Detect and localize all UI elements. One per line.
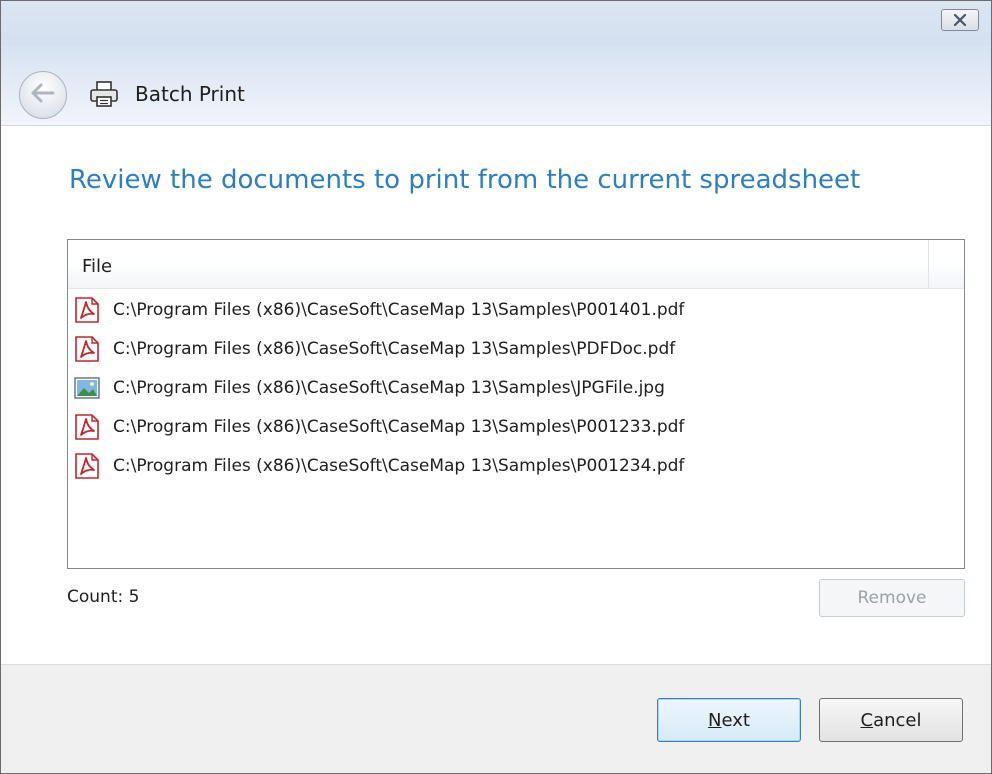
close-button[interactable] (941, 9, 979, 31)
cancel-accelerator: C (860, 709, 874, 731)
pdf-icon (73, 413, 101, 441)
window-title: Batch Print (135, 82, 245, 106)
printer-icon (89, 79, 119, 109)
next-accelerator: N (708, 709, 722, 731)
list-item[interactable]: C:\Program Files (x86)\CaseSoft\CaseMap … (68, 329, 964, 368)
close-icon (953, 11, 967, 30)
pdf-icon (73, 335, 101, 363)
list-item[interactable]: C:\Program Files (x86)\CaseSoft\CaseMap … (68, 446, 964, 485)
column-divider[interactable] (928, 240, 929, 288)
page-heading: Review the documents to print from the c… (69, 165, 861, 195)
remove-button[interactable]: Remove (819, 579, 965, 617)
list-item[interactable]: C:\Program Files (x86)\CaseSoft\CaseMap … (68, 368, 964, 407)
file-path: C:\Program Files (x86)\CaseSoft\CaseMap … (113, 338, 676, 359)
file-path: C:\Program Files (x86)\CaseSoft\CaseMap … (113, 377, 665, 398)
pdf-icon (73, 452, 101, 480)
next-button[interactable]: Next (657, 698, 801, 742)
count-label: Count: 5 (67, 587, 140, 607)
list-item[interactable]: C:\Program Files (x86)\CaseSoft\CaseMap … (68, 290, 964, 329)
next-label: ext (721, 709, 750, 731)
back-button[interactable] (19, 71, 67, 119)
file-path: C:\Program Files (x86)\CaseSoft\CaseMap … (113, 416, 685, 437)
cancel-button[interactable]: Cancel (819, 698, 963, 742)
list-header: File (68, 240, 964, 289)
file-path: C:\Program Files (x86)\CaseSoft\CaseMap … (113, 455, 685, 476)
file-path: C:\Program Files (x86)\CaseSoft\CaseMap … (113, 299, 685, 320)
file-list[interactable]: File C:\Program Files (x86)\CaseSoft\Cas… (67, 239, 965, 569)
file-rows: C:\Program Files (x86)\CaseSoft\CaseMap … (68, 290, 964, 485)
back-arrow-icon (30, 82, 56, 108)
list-item[interactable]: C:\Program Files (x86)\CaseSoft\CaseMap … (68, 407, 964, 446)
navigation-bar: Batch Print (1, 45, 991, 126)
image-icon (73, 374, 101, 402)
title-bar (1, 1, 991, 45)
column-header-file[interactable]: File (82, 256, 112, 277)
cancel-label: ancel (873, 709, 922, 731)
dialog-footer: Next Cancel (1, 664, 991, 773)
pdf-icon (73, 296, 101, 324)
batch-print-dialog: Batch Print Review the documents to prin… (0, 0, 992, 774)
